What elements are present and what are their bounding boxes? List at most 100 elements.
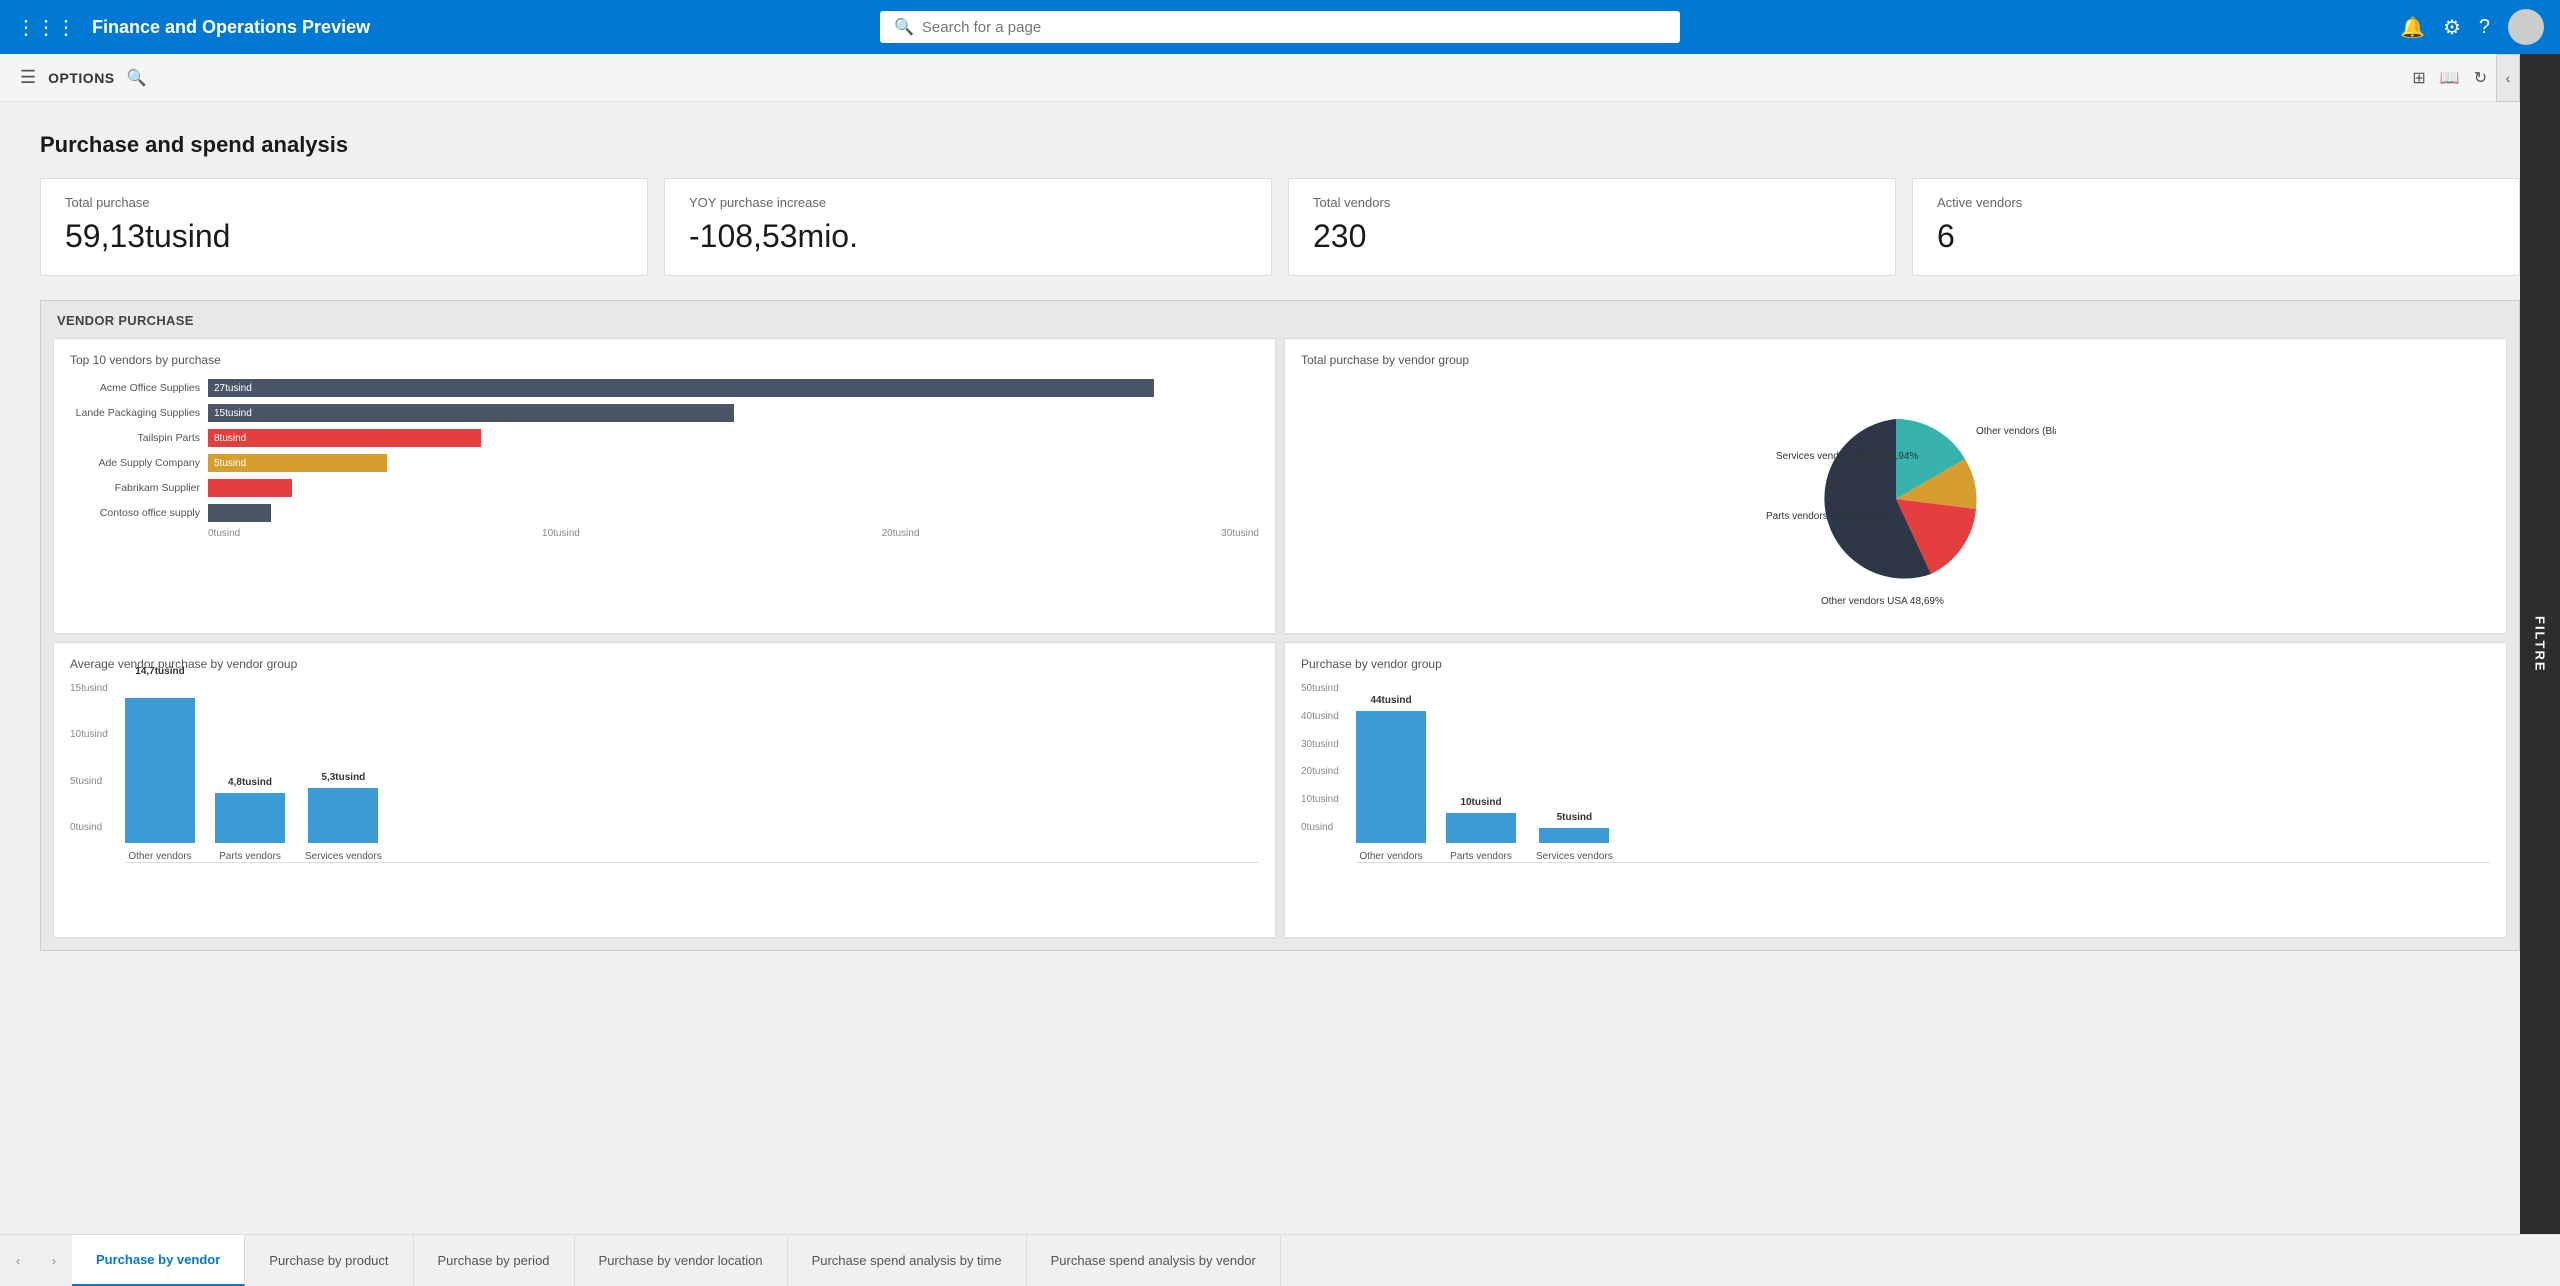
filter-panel-arrow[interactable]: ‹ xyxy=(2496,54,2520,102)
kpi-row: Total purchase 59,13tusind YOY purchase … xyxy=(40,178,2520,276)
purchase-by-group-title: Purchase by vendor group xyxy=(1301,657,2490,671)
tab-purchase-spend-analysis-vendor[interactable]: Purchase spend analysis by vendor xyxy=(1027,1235,1281,1286)
kpi-active-vendors: Active vendors 6 xyxy=(1912,178,2520,276)
grid-icon[interactable]: ⋮⋮⋮ xyxy=(16,15,76,40)
tab-purchase-by-vendor[interactable]: Purchase by vendor xyxy=(72,1235,245,1286)
y-label: 40tusind xyxy=(1301,711,1339,722)
bars-container: 44tusind Other vendors 10tusind Parts ve… xyxy=(1356,713,2490,863)
hamburger-icon[interactable]: ☰ xyxy=(20,67,36,88)
vbar-group: 44tusind Other vendors xyxy=(1356,711,1426,862)
bar-axis: 0tusind 10tusind 20tusind 30tusind xyxy=(70,528,1259,539)
toolbar-book-icon[interactable]: 📖 xyxy=(2440,68,2460,88)
svg-text:Services vendors (Blank) 8,94%: Services vendors (Blank) 8,94% xyxy=(1776,451,1918,462)
purchase-by-group-chart-area: 50tusind 40tusind 30tusind 20tusind 10tu… xyxy=(1301,683,2490,863)
help-icon[interactable]: ? xyxy=(2479,16,2490,39)
y-label: 15tusind xyxy=(70,683,108,694)
axis-label: 10tusind xyxy=(542,528,580,539)
filter-label: FILTRE xyxy=(2533,616,2548,673)
svg-text:Other vendors USA 48,69%: Other vendors USA 48,69% xyxy=(1821,596,1944,607)
bar-label: Fabrikam Supplier xyxy=(70,482,200,494)
y-label: 20tusind xyxy=(1301,766,1339,777)
y-label: 0tusind xyxy=(1301,822,1339,833)
vbar-label: Other vendors xyxy=(128,851,191,862)
bar-chart-horiz: Acme Office Supplies 27tusind Lande Pack… xyxy=(70,379,1259,522)
search-input[interactable] xyxy=(922,19,1666,36)
top-nav-bar: ⋮⋮⋮ Finance and Operations Preview 🔍 🔔 ⚙… xyxy=(0,0,2560,54)
page-title: Purchase and spend analysis xyxy=(40,132,2520,158)
avg-vendor-chart-title: Average vendor purchase by vendor group xyxy=(70,657,1259,671)
settings-icon[interactable]: ⚙ xyxy=(2443,15,2461,40)
bottom-tabs: ‹ › Purchase by vendor Purchase by produ… xyxy=(0,1234,2560,1286)
vbar-label: Parts vendors xyxy=(219,851,281,862)
top10-chart: Top 10 vendors by purchase Acme Office S… xyxy=(53,338,1276,634)
kpi-total-vendors-label: Total vendors xyxy=(1313,195,1871,210)
section-header: VENDOR PURCHASE xyxy=(53,313,2507,328)
vbar: 5tusind xyxy=(1539,828,1609,843)
search-box[interactable]: 🔍 xyxy=(880,11,1680,43)
bar-container: 5tusind xyxy=(208,454,1259,472)
axis-label: 20tusind xyxy=(882,528,920,539)
toolbar-refresh-icon[interactable]: ↻ xyxy=(2474,68,2487,88)
y-label: 50tusind xyxy=(1301,683,1339,694)
kpi-active-vendors-value: 6 xyxy=(1937,218,2495,255)
axis-label: 0tusind xyxy=(208,528,240,539)
top10-chart-title: Top 10 vendors by purchase xyxy=(70,353,1259,367)
vbar: 4,8tusind xyxy=(215,793,285,843)
vbar-value: 5,3tusind xyxy=(321,772,365,783)
tab-nav-next[interactable]: › xyxy=(36,1235,72,1286)
vbar-group: 4,8tusind Parts vendors xyxy=(215,793,285,862)
bar-row: Fabrikam Supplier xyxy=(70,479,1259,497)
bar-row: Contoso office supply xyxy=(70,504,1259,522)
charts-grid: Top 10 vendors by purchase Acme Office S… xyxy=(53,338,2507,938)
vbar-group: 5,3tusind Services vendors xyxy=(305,788,382,862)
pie-svg: Other vendors (Blank) 26% Services vendo… xyxy=(1736,379,2056,619)
tab-purchase-spend-analysis-time[interactable]: Purchase spend analysis by time xyxy=(788,1235,1027,1286)
bar-label: Contoso office supply xyxy=(70,507,200,519)
bar-row: Acme Office Supplies 27tusind xyxy=(70,379,1259,397)
y-label: 0tusind xyxy=(70,822,108,833)
vbar-group: 10tusind Parts vendors xyxy=(1446,813,1516,862)
y-label: 10tusind xyxy=(70,729,108,740)
bar-label: Tailspin Parts xyxy=(70,432,200,444)
vbar-value: 5tusind xyxy=(1557,812,1593,823)
avatar[interactable] xyxy=(2508,9,2544,45)
kpi-total-purchase-value: 59,13tusind xyxy=(65,218,623,255)
options-label: OPTIONS xyxy=(48,70,115,86)
vbar-label: Parts vendors xyxy=(1450,851,1512,862)
vbar-value: 14,7tusind xyxy=(135,666,184,677)
bar-container xyxy=(208,504,1259,522)
bar: 15tusind xyxy=(208,404,734,422)
y-label: 10tusind xyxy=(1301,794,1339,805)
bar xyxy=(208,479,292,497)
avg-vendor-chart: Average vendor purchase by vendor group … xyxy=(53,642,1276,938)
kpi-total-vendors: Total vendors 230 xyxy=(1288,178,1896,276)
filter-panel[interactable]: FILTRE xyxy=(2520,54,2560,1234)
pie-chart: Total purchase by vendor group xyxy=(1284,338,2507,634)
notification-icon[interactable]: 🔔 xyxy=(2400,15,2425,40)
search-icon: 🔍 xyxy=(894,17,914,37)
purchase-by-group-chart: Purchase by vendor group 50tusind 40tusi… xyxy=(1284,642,2507,938)
kpi-yoy-label: YOY purchase increase xyxy=(689,195,1247,210)
bar-container: 27tusind xyxy=(208,379,1259,397)
tab-purchase-by-period[interactable]: Purchase by period xyxy=(414,1235,575,1286)
bar-label: Lande Packaging Supplies xyxy=(70,407,200,419)
bar-container xyxy=(208,479,1259,497)
bar: 27tusind xyxy=(208,379,1154,397)
svg-text:Parts vendors USA 16,36%: Parts vendors USA 16,36% xyxy=(1766,511,1887,522)
vbar-group: 5tusind Services vendors xyxy=(1536,828,1613,862)
toolbar-grid-icon[interactable]: ⊞ xyxy=(2412,68,2425,88)
tab-nav-prev[interactable]: ‹ xyxy=(0,1235,36,1286)
bar-label: Ade Supply Company xyxy=(70,457,200,469)
tab-purchase-by-vendor-location[interactable]: Purchase by vendor location xyxy=(575,1235,788,1286)
kpi-active-vendors-label: Active vendors xyxy=(1937,195,2495,210)
bar-row: Lande Packaging Supplies 15tusind xyxy=(70,404,1259,422)
svg-text:Other vendors (Blank) 26%: Other vendors (Blank) 26% xyxy=(1976,426,2056,437)
vbar-value: 10tusind xyxy=(1460,797,1501,808)
toolbar-search-icon[interactable]: 🔍 xyxy=(127,68,147,88)
main-content: Purchase and spend analysis Total purcha… xyxy=(0,102,2560,1234)
tab-purchase-by-product[interactable]: Purchase by product xyxy=(245,1235,413,1286)
vbar-label: Services vendors xyxy=(305,851,382,862)
app-title: Finance and Operations Preview xyxy=(92,17,370,38)
vbar: 44tusind xyxy=(1356,711,1426,843)
pie-container: Other vendors (Blank) 26% Services vendo… xyxy=(1301,379,2490,619)
